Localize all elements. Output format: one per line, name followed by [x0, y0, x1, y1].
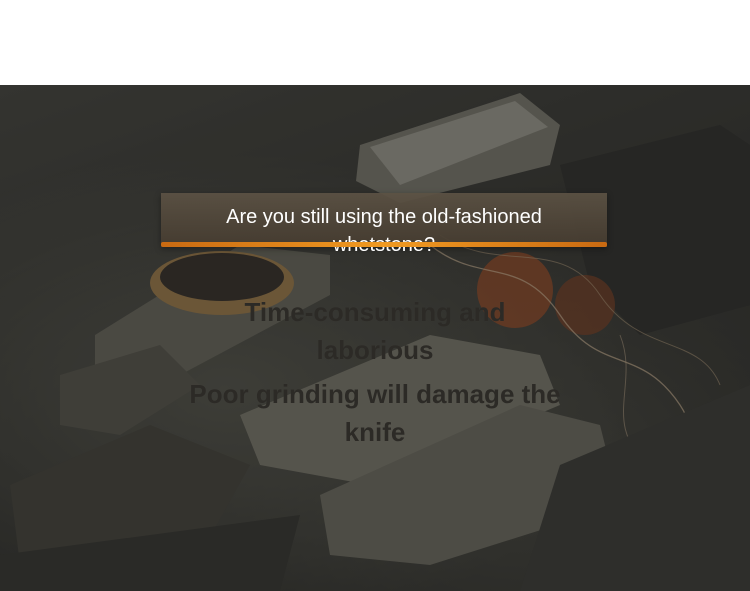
- point1-line2: laborious: [316, 335, 434, 365]
- point-time-consuming: Time-consuming and laborious: [0, 293, 750, 369]
- banner-accent-underline: [161, 242, 607, 247]
- point-damage-knife: Poor grinding will damage the knife: [0, 375, 750, 451]
- top-whitespace: [0, 0, 750, 85]
- point2-line2: knife: [344, 417, 406, 447]
- whetstone-photo-section: Are you still using the old-fashioned wh…: [0, 85, 750, 591]
- point1-line1: Time-consuming and: [244, 297, 506, 327]
- question-banner: Are you still using the old-fashioned wh…: [161, 193, 607, 256]
- banner-question: Are you still using the old-fashioned wh…: [161, 203, 607, 259]
- page: Are you still using the old-fashioned wh…: [0, 0, 750, 591]
- banner-question-line1: Are you still using the old-fashioned: [226, 206, 542, 228]
- point2-line1: Poor grinding will damage the: [189, 379, 561, 409]
